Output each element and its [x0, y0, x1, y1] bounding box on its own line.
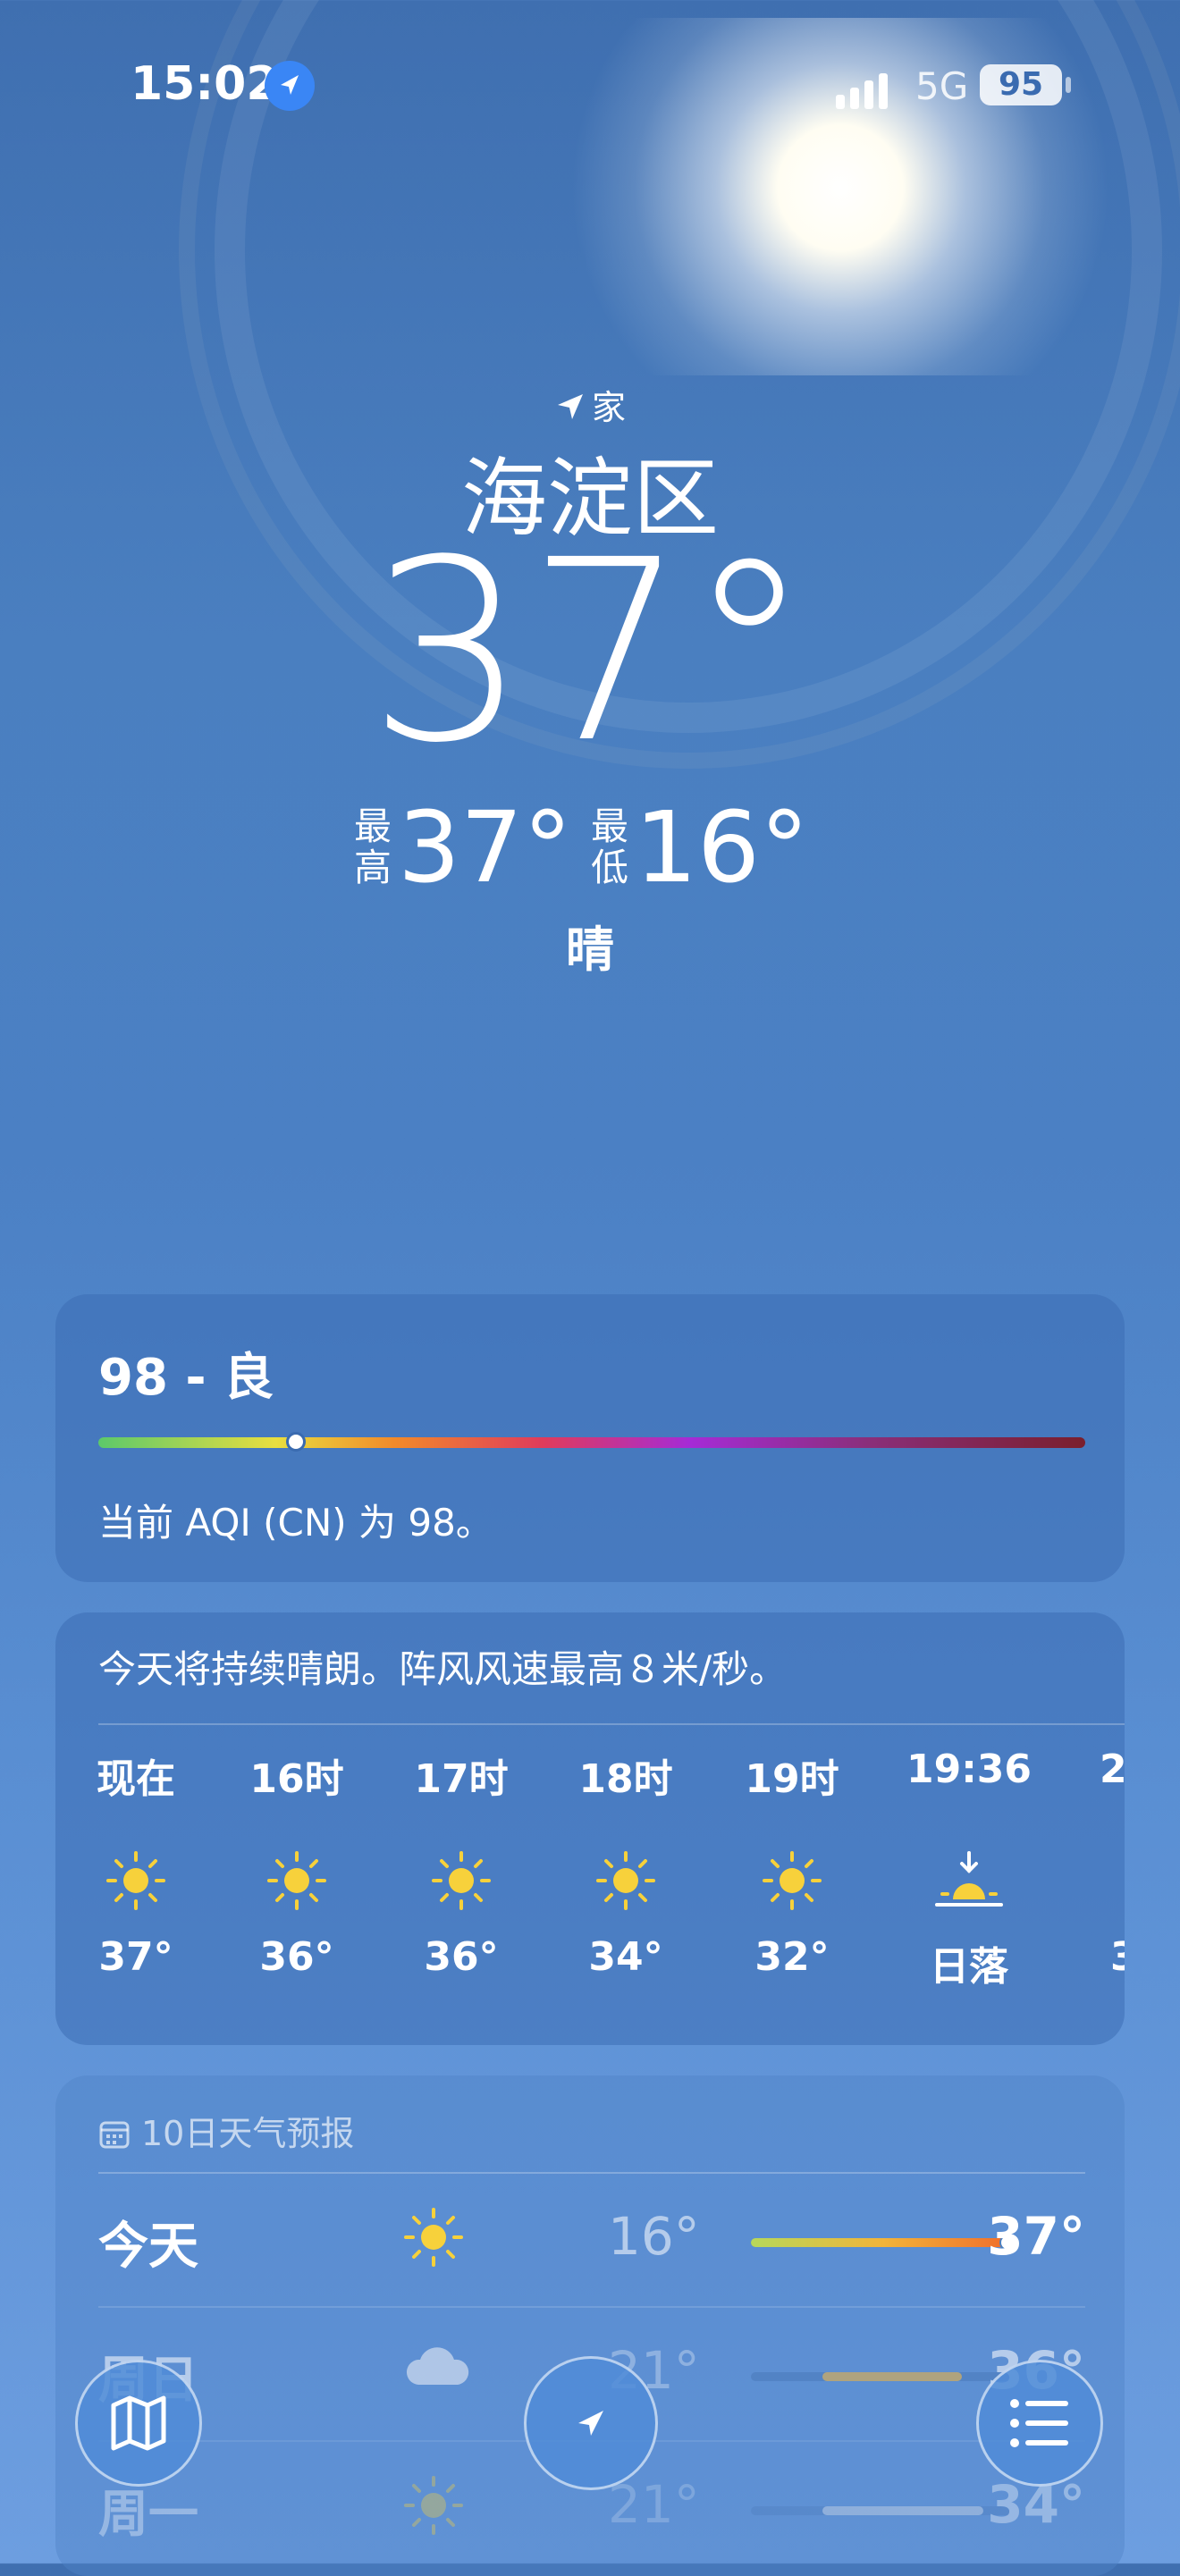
location-services-icon: [265, 61, 315, 111]
location-arrow-icon: [557, 394, 583, 419]
cloud-icon: [406, 2347, 469, 2385]
temp-range-bar: [751, 2235, 1016, 2251]
sun-icon: [1117, 1849, 1125, 1912]
location-tag: 家: [0, 380, 1180, 429]
sun-icon: [267, 1851, 326, 1910]
day-high: 37°: [987, 2206, 1085, 2267]
hour-temp: 3: [1110, 1934, 1125, 1980]
sun-icon: [404, 2208, 463, 2267]
sun-icon: [432, 1851, 491, 1910]
low-label: 最低: [590, 804, 628, 889]
location-tag-label: 家: [591, 388, 626, 427]
hour-label: 19:36: [906, 1747, 1032, 1792]
sun-icon: [596, 1851, 655, 1910]
calendar-icon: [99, 2121, 130, 2149]
sunset-icon: [935, 1851, 1003, 1907]
map-button[interactable]: [75, 2360, 202, 2487]
day-low: 16°: [608, 2206, 700, 2267]
hourly-forecast-card[interactable]: 今天将持续晴朗。阵风风速最高８米/秒。 现在 37° 16时 36° 17时 3…: [55, 1612, 1125, 2045]
hour-label: 现在: [97, 1756, 175, 1802]
divider: [98, 1723, 1125, 1725]
high-temp: 37°: [398, 789, 572, 905]
hour-column: 19:36 日落: [889, 1747, 1049, 1991]
hour-column: 16时 36°: [216, 1747, 377, 1980]
ten-day-title: 10日天气预报: [141, 2114, 355, 2153]
hour-label: 19时: [745, 1756, 839, 1802]
current-temperature: 37°: [367, 507, 813, 798]
condition: 晴: [566, 922, 614, 978]
day-label: 今天: [98, 2218, 198, 2276]
battery-icon: 95: [980, 64, 1062, 105]
day-row[interactable]: 今天 16° 37°: [98, 2172, 1085, 2308]
list-icon: [1010, 2399, 1068, 2447]
temp-range-bar: [751, 2506, 1016, 2515]
high-low: 最高37° 最低16°: [0, 787, 1180, 901]
list-button[interactable]: [976, 2360, 1103, 2487]
temp-range-fill: [751, 2238, 1016, 2247]
hour-column: 2 3: [1055, 1747, 1125, 1980]
status-bar: 15:02 5G 95: [0, 54, 1180, 125]
hour-temp: 37°: [98, 1934, 173, 1980]
hour-temp: 32°: [754, 1934, 830, 1980]
aqi-description: 当前 AQI (CN) 为 98。: [98, 1501, 493, 1545]
hour-column: 19时 32°: [712, 1747, 872, 1980]
low-temp: 16°: [635, 789, 809, 905]
hour-label: 18时: [578, 1756, 673, 1802]
aqi-card[interactable]: 98 - 良 当前 AQI (CN) 为 98。: [55, 1294, 1125, 1582]
current-location-button[interactable]: [524, 2356, 658, 2490]
sun-icon: [404, 2476, 463, 2535]
day-low: 21°: [608, 2474, 700, 2535]
map-icon: [111, 2395, 166, 2451]
network-type: 5G: [915, 64, 969, 108]
status-time: 15:02: [131, 57, 279, 111]
aqi-value: 98 - 良: [98, 1349, 274, 1407]
hourly-summary: 今天将持续晴朗。阵风风速最高８米/秒。: [98, 1647, 788, 1691]
sun-icon: [763, 1851, 822, 1910]
hour-column: 现在 37°: [55, 1747, 216, 1980]
battery-cap: [1066, 77, 1071, 93]
high-label: 最高: [354, 804, 392, 889]
aqi-scale-bar: [98, 1437, 1085, 1448]
temp-range-fill: [822, 2372, 962, 2381]
hour-column: 18时 34°: [545, 1747, 706, 1980]
hour-temp: 34°: [588, 1934, 663, 1980]
hour-temp: 36°: [424, 1934, 499, 1980]
hour-column: 17时 36°: [381, 1747, 542, 1980]
location-arrow-icon: [578, 2411, 603, 2436]
sun-icon: [106, 1851, 165, 1910]
ten-day-forecast-card[interactable]: 10日天气预报 今天 16° 37° 周日 21° 36° 周一 21° 34°: [55, 2075, 1125, 2576]
temp-range-fill: [822, 2506, 983, 2515]
temp-range-bar: [751, 2372, 1016, 2381]
hour-label: 16时: [249, 1756, 344, 1802]
ten-day-header: 10日天气预报: [98, 2106, 354, 2155]
hour-label: 2: [1100, 1747, 1125, 1792]
aqi-indicator: [286, 1432, 306, 1452]
hour-temp: 日落: [930, 1944, 1008, 1990]
hour-label: 17时: [414, 1756, 509, 1802]
hour-temp: 36°: [259, 1934, 334, 1980]
